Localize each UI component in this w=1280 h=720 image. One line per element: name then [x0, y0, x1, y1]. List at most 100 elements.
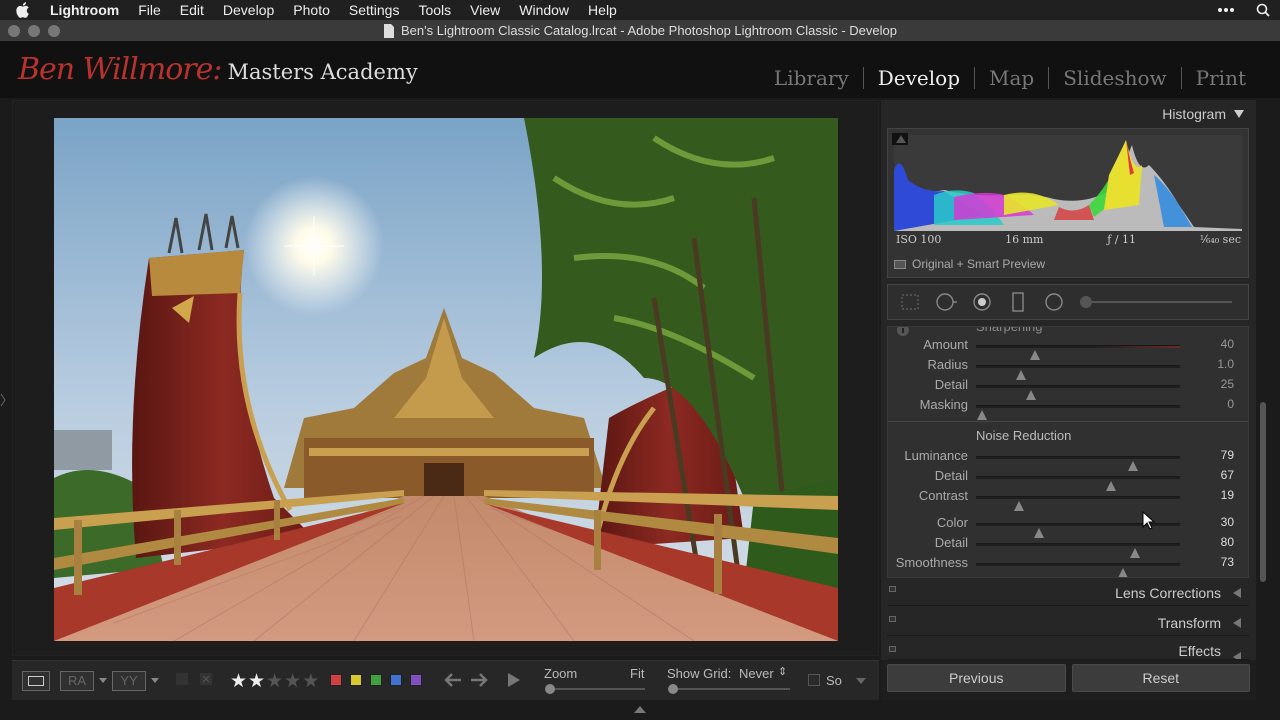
slider-value[interactable]: 30	[1221, 515, 1234, 529]
module-slideshow[interactable]: Slideshow	[1049, 66, 1180, 90]
flag-icon[interactable]	[176, 673, 188, 687]
menu-photo[interactable]: Photo	[293, 2, 330, 18]
slider-amount[interactable]: Amount 40	[888, 335, 1248, 360]
previous-photo-icon[interactable]	[444, 673, 462, 687]
play-icon[interactable]	[507, 672, 521, 688]
slider-thumb[interactable]	[977, 410, 988, 420]
adjustment-brush-slider[interactable]	[1080, 296, 1232, 308]
module-map[interactable]: Map	[975, 66, 1048, 90]
minimize-window-button[interactable]	[28, 25, 40, 37]
radial-filter-icon[interactable]	[1042, 291, 1066, 313]
previous-button[interactable]: Previous	[887, 664, 1066, 692]
slider-track[interactable]	[976, 365, 1180, 380]
panel-effects[interactable]: Effects	[887, 640, 1249, 660]
slider-track[interactable]	[976, 405, 1180, 420]
close-window-button[interactable]	[8, 25, 20, 37]
color-label-red[interactable]	[330, 674, 342, 686]
slider-sharpen-detail[interactable]: Detail 25	[888, 375, 1248, 400]
slider-track[interactable]	[976, 496, 1180, 511]
zoom-window-button[interactable]	[48, 25, 60, 37]
slider-value[interactable]: 73	[1221, 555, 1234, 569]
highlight-clipping-icon[interactable]	[894, 133, 908, 145]
slider-value[interactable]: 67	[1221, 468, 1234, 482]
zoom-fit-label[interactable]: Fit	[630, 666, 644, 681]
slider-value[interactable]: 80	[1221, 535, 1234, 549]
slider-thumb[interactable]	[1117, 568, 1128, 577]
photo-image[interactable]	[54, 118, 838, 641]
menu-window[interactable]: Window	[519, 2, 569, 18]
menu-tools[interactable]: Tools	[418, 2, 451, 18]
toolbar-menu-icon[interactable]	[856, 678, 866, 684]
more-icon[interactable]	[1218, 8, 1234, 12]
soft-proof-checkbox[interactable]	[808, 674, 820, 686]
color-label-yellow[interactable]	[350, 674, 362, 686]
star-icon[interactable]: ★	[284, 671, 302, 692]
module-library[interactable]: Library	[760, 66, 863, 90]
dropdown-arrow-icon[interactable]	[151, 678, 159, 683]
panel-switch[interactable]	[889, 616, 896, 622]
slider-value[interactable]: 79	[1221, 448, 1234, 462]
red-eye-icon[interactable]	[970, 291, 994, 313]
grid-slider[interactable]	[670, 688, 790, 690]
preview-status[interactable]: Original + Smart Preview	[894, 257, 1045, 271]
module-print[interactable]: Print	[1182, 66, 1260, 90]
grid-stepper-icon[interactable]: ⇕	[778, 665, 787, 678]
slider-value[interactable]: 0	[1227, 397, 1234, 411]
reject-flag-icon[interactable]	[200, 673, 212, 687]
slider-track[interactable]	[976, 456, 1180, 471]
show-grid-value[interactable]: Never	[739, 666, 774, 681]
panel-switch[interactable]	[889, 646, 896, 652]
scroll-thumb[interactable]	[1260, 402, 1266, 582]
module-develop[interactable]: Develop	[864, 66, 974, 90]
slider-luminance-detail[interactable]: Detail 67	[888, 466, 1248, 491]
star-icon[interactable]: ★	[266, 671, 284, 692]
left-panel-toggle-icon[interactable]	[0, 390, 6, 410]
histogram-panel[interactable]: ISO 100 16 mm ƒ / 11 ¹⁄₆₄₀ sec Original …	[887, 128, 1249, 278]
search-icon[interactable]	[1256, 3, 1270, 17]
slider-value[interactable]: 1.0	[1217, 357, 1234, 371]
star-icon[interactable]: ★	[230, 671, 248, 692]
crop-icon[interactable]	[898, 291, 922, 313]
slider-track[interactable]	[976, 476, 1180, 491]
menu-app-name[interactable]: Lightroom	[50, 2, 119, 18]
reset-button[interactable]: Reset	[1071, 664, 1250, 692]
slider-track[interactable]	[976, 385, 1180, 400]
spot-removal-icon[interactable]	[934, 291, 958, 313]
before-after-button[interactable]: RA	[60, 671, 94, 691]
slider-masking[interactable]: Masking 0	[888, 395, 1248, 420]
collapse-triangle-icon[interactable]	[1234, 110, 1244, 118]
dropdown-arrow-icon[interactable]	[99, 678, 107, 683]
menu-settings[interactable]: Settings	[349, 2, 400, 18]
star-icon[interactable]: ★	[248, 671, 266, 692]
zoom-slider[interactable]	[547, 688, 645, 690]
slider-radius[interactable]: Radius 1.0	[888, 355, 1248, 380]
slider-color-detail[interactable]: Detail 80	[888, 533, 1248, 558]
color-label-blue[interactable]	[390, 674, 402, 686]
menu-file[interactable]: File	[138, 2, 161, 18]
slider-value[interactable]: 19	[1221, 488, 1234, 502]
slider-smoothness[interactable]: Smoothness 73	[888, 553, 1248, 577]
panel-transform[interactable]: Transform	[887, 610, 1249, 636]
swap-before-after-button[interactable]: YY	[112, 671, 146, 691]
color-label-purple[interactable]	[410, 674, 422, 686]
panel-scrollbar[interactable]	[1258, 322, 1268, 692]
grid-slider-thumb[interactable]	[668, 684, 678, 694]
filmstrip-toggle[interactable]	[634, 706, 646, 713]
loupe-view-button[interactable]	[22, 671, 50, 691]
next-photo-icon[interactable]	[470, 673, 488, 687]
star-rating[interactable]: ★★★★★	[230, 670, 320, 693]
histogram-graph[interactable]	[894, 135, 1242, 231]
slider-value[interactable]: 25	[1221, 377, 1234, 391]
expand-triangle-icon[interactable]	[1233, 588, 1241, 598]
histogram-header[interactable]: Histogram	[1162, 106, 1244, 122]
menu-develop[interactable]: Develop	[223, 2, 274, 18]
slider-contrast[interactable]: Contrast 19	[888, 486, 1248, 511]
slider-track[interactable]	[976, 543, 1180, 558]
slider-track[interactable]	[976, 563, 1180, 577]
slider-color[interactable]: Color 30	[888, 513, 1248, 538]
color-label-green[interactable]	[370, 674, 382, 686]
menu-view[interactable]: View	[470, 2, 500, 18]
panel-lens-corrections[interactable]: Lens Corrections	[887, 580, 1249, 606]
zoom-slider-thumb[interactable]	[545, 684, 555, 694]
menu-edit[interactable]: Edit	[180, 2, 204, 18]
